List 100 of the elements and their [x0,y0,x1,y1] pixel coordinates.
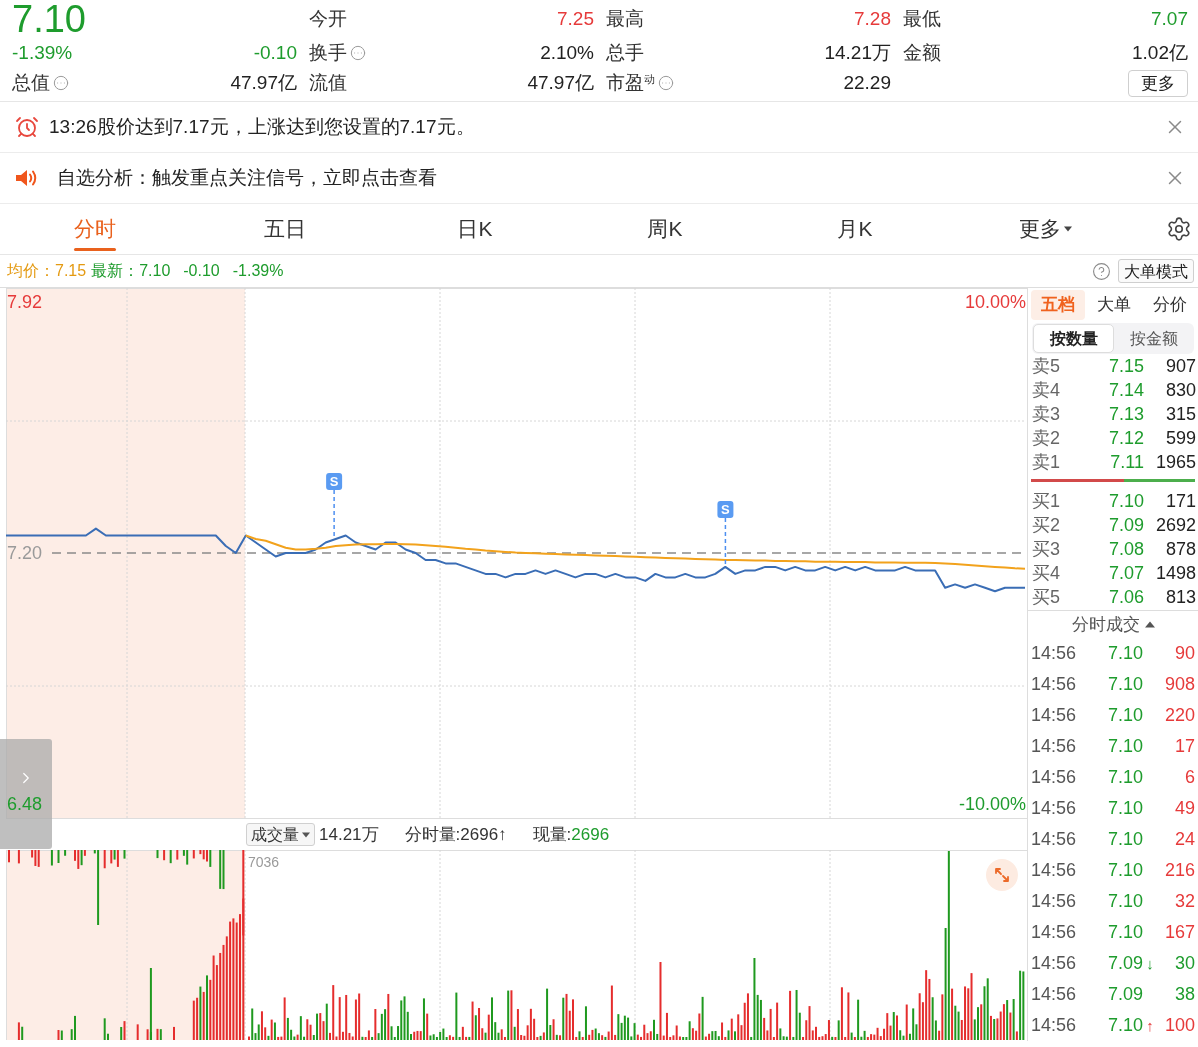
trade-price: 7.10 [1106,704,1143,727]
trade-time: 14:56 [1031,859,1078,882]
trade-price: 7.10 [1106,921,1143,944]
level-label: 买3 [1032,537,1061,561]
trade-price: 7.10 [1106,828,1143,851]
mode-option[interactable]: 按数量 [1033,324,1114,353]
level-volume: 1498 [1154,561,1196,585]
trade-volume: 908 [1163,673,1195,696]
expand-icon[interactable] [986,859,1018,891]
level-price: 7.15 [1107,354,1144,378]
stat-label: 总值 [12,70,50,95]
level-price: 7.13 [1107,402,1144,426]
stat-value: 22.29 [843,70,891,95]
level-price: 7.12 [1107,426,1144,450]
level-price: 7.10 [1107,489,1144,513]
tab[interactable]: 月K [760,204,950,254]
speaker-icon [15,168,39,188]
level-volume: 2692 [1154,513,1196,537]
trade-volume: 216 [1163,859,1195,882]
trade-arrow: ↓ [1146,956,1154,971]
trade-time: 14:56 [1031,766,1078,789]
stat-value: 7.28 [854,6,891,31]
trade-volume: 90 [1173,642,1195,665]
tab[interactable]: 更多 [950,204,1140,254]
level-label: 卖1 [1032,450,1061,474]
volume-total: 14.21万 [319,823,379,846]
trade-volume: 17 [1173,735,1195,758]
tab[interactable]: 日K [380,204,570,254]
trade-time: 14:56 [1031,673,1078,696]
level-volume: 171 [1164,489,1196,513]
level-label: 卖3 [1032,402,1061,426]
volume-max-label: 7036 [248,853,280,872]
settings-icon[interactable] [1166,216,1192,242]
level-label: 卖5 [1032,354,1061,378]
axis-label: 10.00% [964,291,1026,312]
mode-option[interactable]: 按金额 [1114,324,1193,353]
change-percent: -1.39% [232,261,284,281]
stat-label: 最高 [606,6,644,31]
trade-time: 14:56 [1031,735,1078,758]
annotation: S [721,501,731,517]
level-volume: 830 [1164,378,1196,402]
volume-selector[interactable]: 成交量 [246,823,315,846]
more-button[interactable]: 更多 [1128,69,1188,97]
caret-up-icon [1144,621,1155,628]
tab[interactable]: 周K [570,204,760,254]
trade-time: 14:56 [1031,983,1078,1006]
panel-tab[interactable]: 大单 [1087,290,1141,320]
dots-circle-icon[interactable] [658,75,674,91]
trade-price: 7.09 [1106,952,1143,975]
trade-time: 14:56 [1031,890,1078,913]
alert-text[interactable]: 自选分析：触发重点关注信号，立即点击查看 [57,163,437,193]
axis-label: -10.00% [958,794,1026,814]
trade-volume: 6 [1184,766,1195,789]
help-icon[interactable] [1092,261,1111,281]
trade-time: 14:56 [1031,952,1078,975]
level-volume: 599 [1164,426,1196,450]
trade-arrow: ↑ [1146,1018,1154,1033]
drawer-handle[interactable] [0,739,52,849]
level-volume: 878 [1164,537,1196,561]
axis-label: 6.48 [7,794,43,814]
stat-value: 47.97亿 [527,70,594,95]
trade-price: 7.10 [1106,890,1143,913]
current-volume-label: 现量: [532,823,572,846]
panel-tab[interactable]: 分价 [1143,290,1197,320]
level-volume: 1965 [1154,450,1196,474]
level-label: 卖2 [1032,426,1061,450]
trade-volume: 24 [1173,828,1195,851]
trade-time: 14:56 [1031,1014,1078,1037]
stat-value: 1.02亿 [1132,40,1188,65]
dots-circle-icon[interactable] [53,75,69,91]
trade-time: 14:56 [1031,704,1078,727]
stat-label: 最低 [903,6,941,31]
stat-label: 市盈$^{动}$ [606,70,655,95]
trade-price: 7.10 [1106,766,1143,789]
stat-value: 7.07 [1151,6,1188,31]
trade-volume: 100 [1163,1014,1195,1037]
trade-price: 7.09 [1106,983,1143,1006]
level-label: 买5 [1032,585,1061,609]
level-price: 7.09 [1107,513,1144,537]
level-price: 7.06 [1107,585,1144,609]
change-percent: -1.39% [12,40,73,65]
level-volume: 315 [1164,402,1196,426]
stat-value: 47.97亿 [230,70,297,95]
stat-label: 金额 [903,40,941,65]
trade-volume: 167 [1163,921,1195,944]
trade-time: 14:56 [1031,921,1078,944]
dots-circle-icon[interactable] [350,45,366,61]
trade-price: 7.10 [1106,735,1143,758]
trade-price: 7.10 [1106,673,1143,696]
tab[interactable]: 五日 [190,204,380,254]
alarm-clock-icon [15,115,39,139]
average-price: 均价：7.15 [7,261,87,281]
trade-price: 7.10 [1106,1014,1143,1037]
trades-title: 分时成交 [1071,613,1140,636]
mode-button[interactable]: 大单模式 [1118,259,1194,283]
alert-text[interactable]: 13:26股价达到7.17元，上涨达到您设置的7.17元。 [49,112,475,142]
current-volume: 2696 [571,823,610,846]
trade-volume: 30 [1173,952,1195,975]
level-volume: 907 [1164,354,1196,378]
trade-volume: 32 [1173,890,1195,913]
